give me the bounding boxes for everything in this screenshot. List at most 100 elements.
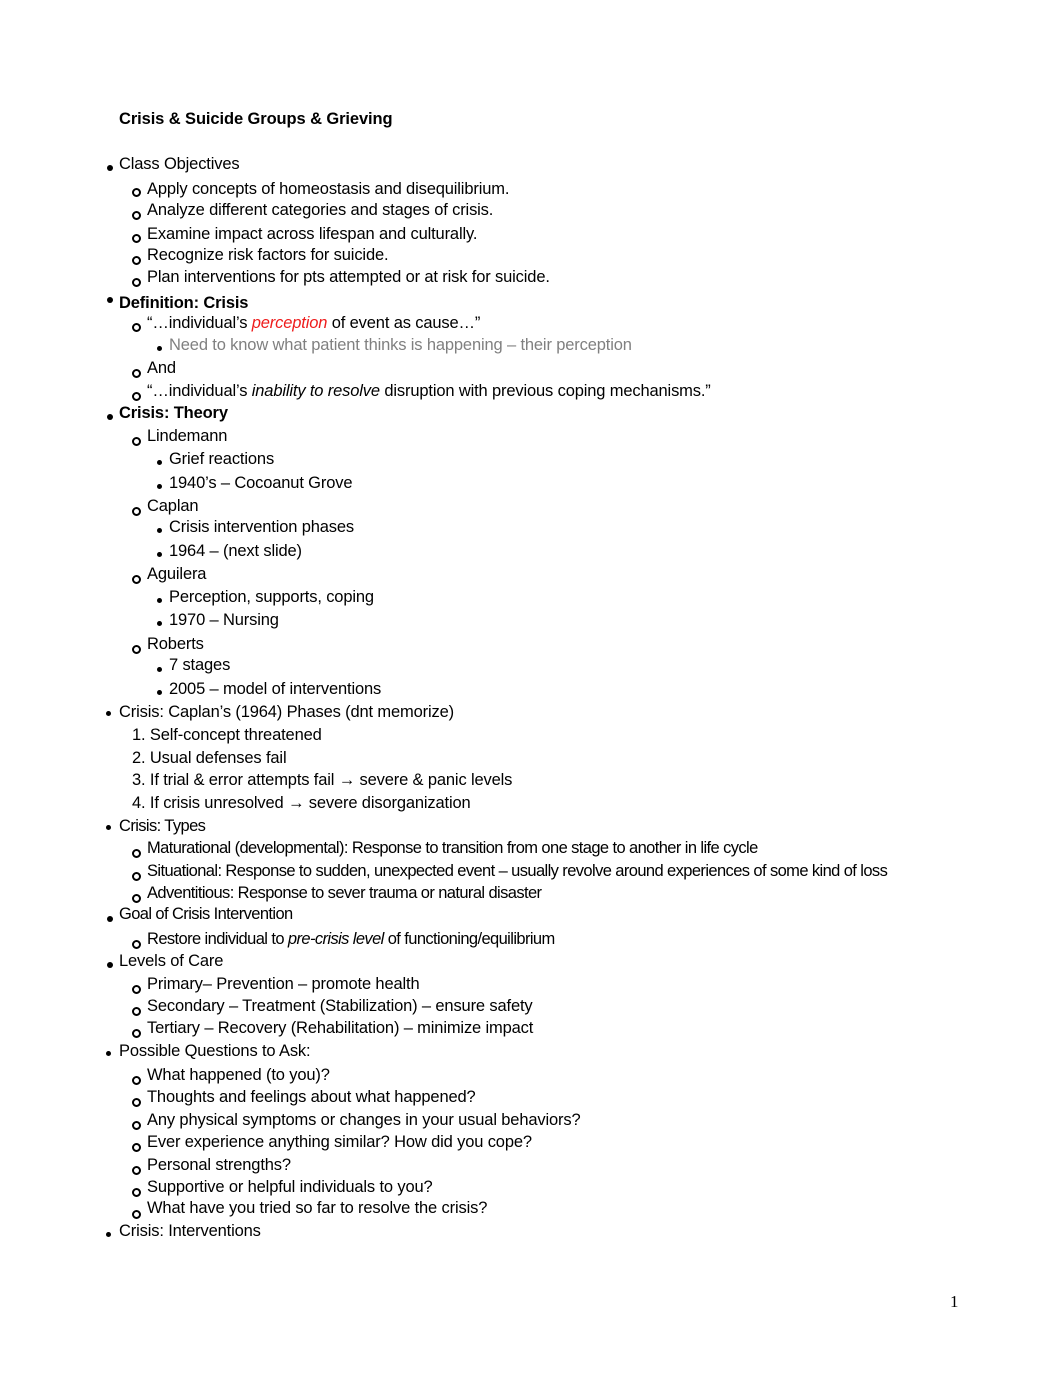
goal-text: of functioning/equilibrium bbox=[383, 930, 556, 948]
circle-bullet-icon bbox=[132, 575, 141, 584]
circle-bullet-icon bbox=[132, 940, 141, 949]
section-heading-types: Crisis: Types bbox=[119, 817, 206, 835]
circle-bullet-icon bbox=[132, 1188, 141, 1197]
section-heading-goal: Goal of Crisis Intervention bbox=[119, 905, 293, 923]
circle-bullet-icon bbox=[132, 234, 141, 243]
circle-bullet-icon bbox=[132, 256, 141, 265]
list-item: Maturational (developmental): Response t… bbox=[147, 839, 758, 857]
emphasis-pre-crisis: pre-crisis level bbox=[287, 930, 384, 948]
theorist-name: Caplan bbox=[147, 497, 199, 515]
quote-text: “…individual’s bbox=[147, 314, 252, 332]
bullet-icon bbox=[157, 346, 162, 351]
question-item: Personal strengths? bbox=[147, 1156, 291, 1174]
quote-text: of event as cause…” bbox=[327, 314, 481, 332]
bullet-icon bbox=[107, 916, 113, 922]
circle-bullet-icon bbox=[132, 437, 141, 446]
question-item: Ever experience anything similar? How di… bbox=[147, 1133, 532, 1151]
circle-bullet-icon bbox=[132, 849, 141, 858]
emphasis-perception: perception bbox=[251, 314, 328, 332]
list-item: Primary– Prevention – promote health bbox=[147, 975, 420, 993]
bullet-icon bbox=[157, 460, 162, 465]
section-heading-interventions: Crisis: Interventions bbox=[119, 1222, 261, 1240]
circle-bullet-icon bbox=[132, 1098, 141, 1107]
list-item: Apply concepts of homeostasis and disequ… bbox=[147, 180, 510, 198]
question-item: Thoughts and feelings about what happene… bbox=[147, 1088, 476, 1106]
theorist-note: 7 stages bbox=[169, 656, 231, 674]
theorist-name: Roberts bbox=[147, 635, 204, 653]
question-item: What have you tried so far to resolve th… bbox=[147, 1199, 488, 1217]
bullet-icon bbox=[157, 621, 162, 626]
list-item: Recognize risk factors for suicide. bbox=[147, 246, 389, 264]
numbered-item: 1. Self-concept threatened bbox=[132, 726, 322, 744]
circle-bullet-icon bbox=[132, 1121, 141, 1130]
bullet-icon bbox=[107, 297, 113, 303]
numbered-item: 3. If trial & error attempts fail → seve… bbox=[132, 771, 513, 789]
list-item: “…individual’s inability to resolve disr… bbox=[147, 381, 711, 401]
theorist-note: 1940’s – Cocoanut Grove bbox=[169, 474, 353, 492]
circle-bullet-icon bbox=[132, 1007, 141, 1016]
list-item: And bbox=[147, 359, 176, 377]
circle-bullet-icon bbox=[132, 872, 141, 881]
bullet-icon bbox=[106, 711, 111, 716]
section-heading-definition: Definition: Crisis bbox=[119, 294, 249, 312]
question-item: Any physical symptoms or changes in your… bbox=[147, 1111, 581, 1129]
bullet-icon bbox=[157, 528, 162, 533]
list-item: Examine impact across lifespan and cultu… bbox=[147, 225, 478, 243]
question-item: What happened (to you)? bbox=[147, 1066, 330, 1084]
circle-bullet-icon bbox=[132, 1210, 141, 1219]
bullet-icon bbox=[106, 825, 111, 830]
bullet-icon bbox=[157, 690, 162, 695]
circle-bullet-icon bbox=[132, 1143, 141, 1152]
theorist-note: Crisis intervention phases bbox=[169, 518, 355, 536]
theorist-name: Lindemann bbox=[147, 427, 228, 445]
question-item: Supportive or helpful individuals to you… bbox=[147, 1178, 433, 1196]
quote-text: “…individual’s bbox=[147, 382, 252, 400]
document-page: Crisis & Suicide Groups & Grieving Class… bbox=[0, 0, 1062, 1377]
theorist-note: 1964 – (next slide) bbox=[169, 542, 302, 560]
theorist-name: Aguilera bbox=[147, 565, 207, 583]
note-item: Need to know what patient thinks is happ… bbox=[169, 336, 632, 354]
list-item: Secondary – Treatment (Stabilization) – … bbox=[147, 997, 533, 1015]
page-number: 1 bbox=[950, 1292, 959, 1311]
circle-bullet-icon bbox=[132, 278, 141, 287]
circle-bullet-icon bbox=[132, 894, 141, 903]
circle-bullet-icon bbox=[132, 1166, 141, 1175]
theorist-note: Grief reactions bbox=[169, 450, 275, 468]
circle-bullet-icon bbox=[132, 1029, 141, 1038]
bullet-icon bbox=[157, 667, 162, 672]
circle-bullet-icon bbox=[132, 188, 141, 197]
numbered-item: 2. Usual defenses fail bbox=[132, 749, 287, 767]
section-heading-objectives: Class Objectives bbox=[119, 155, 240, 173]
emphasis-inability: inability to resolve bbox=[251, 382, 380, 400]
bullet-icon bbox=[157, 552, 162, 557]
theorist-note: 1970 – Nursing bbox=[169, 611, 279, 629]
list-item: Adventitious: Response to sever trauma o… bbox=[147, 884, 542, 902]
circle-bullet-icon bbox=[132, 645, 141, 654]
theorist-note: 2005 – model of interventions bbox=[169, 680, 382, 698]
bullet-icon bbox=[157, 598, 162, 603]
circle-bullet-icon bbox=[132, 1076, 141, 1085]
bullet-icon bbox=[106, 1051, 111, 1056]
circle-bullet-icon bbox=[132, 323, 141, 332]
list-item: Analyze different categories and stages … bbox=[147, 201, 494, 219]
bullet-icon bbox=[157, 484, 162, 489]
document-title: Crisis & Suicide Groups & Grieving bbox=[119, 110, 393, 128]
quote-text: disruption with previous coping mechanis… bbox=[379, 382, 711, 400]
section-heading-theory: Crisis: Theory bbox=[119, 404, 228, 422]
circle-bullet-icon bbox=[132, 507, 141, 516]
numbered-item: 4. If crisis unresolved → severe disorga… bbox=[132, 794, 471, 812]
goal-text: Restore individual to bbox=[147, 930, 288, 948]
circle-bullet-icon bbox=[132, 985, 141, 994]
section-heading-phases: Crisis: Caplan’s (1964) Phases (dnt memo… bbox=[119, 703, 454, 721]
section-heading-levels: Levels of Care bbox=[119, 952, 224, 970]
section-heading-questions: Possible Questions to Ask: bbox=[119, 1042, 311, 1060]
bullet-icon bbox=[107, 414, 113, 420]
list-item: “…individual’s perception of event as ca… bbox=[147, 313, 480, 333]
circle-bullet-icon bbox=[132, 392, 141, 401]
circle-bullet-icon bbox=[132, 369, 141, 378]
bullet-icon bbox=[107, 962, 113, 968]
theorist-note: Perception, supports, coping bbox=[169, 588, 374, 606]
circle-bullet-icon bbox=[132, 211, 141, 220]
bullet-icon bbox=[107, 165, 113, 171]
list-item: Situational: Response to sudden, unexpec… bbox=[147, 862, 888, 880]
